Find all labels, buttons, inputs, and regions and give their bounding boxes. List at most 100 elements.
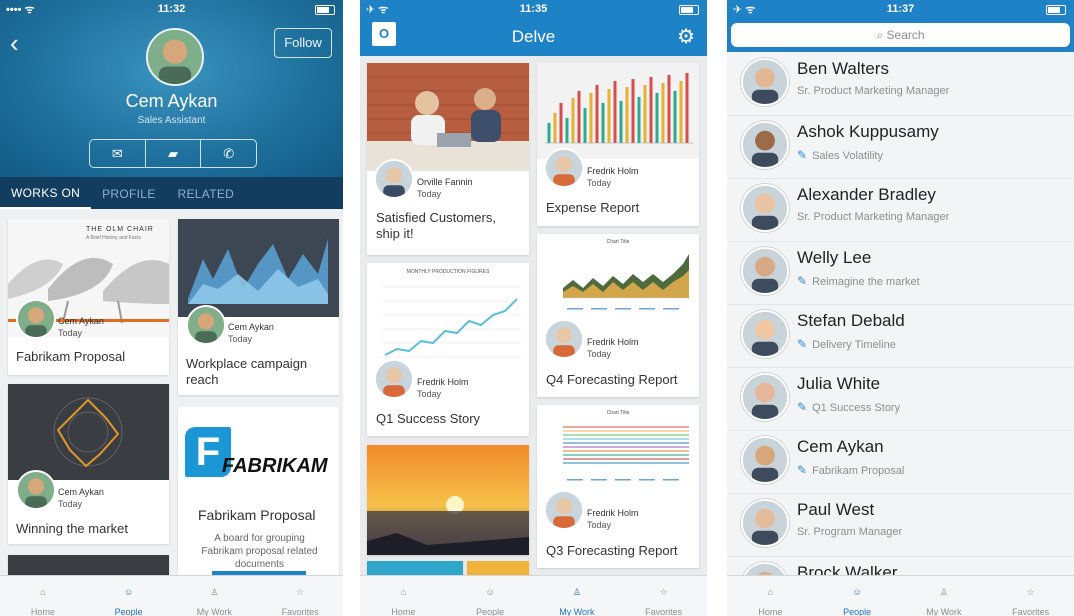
author-name: Cem Aykan (58, 487, 104, 497)
document-card[interactable]: Chart Title Fredrik Holm Today Q4 Foreca… (537, 234, 699, 397)
modified-date: Today (58, 499, 83, 509)
delve-screen: ✈ ᯤ 11:35 O Delve ⚙ Orville Fannin Today… (360, 0, 707, 616)
status-time: 11:32 (157, 3, 186, 15)
chat-button[interactable]: ▰ (146, 140, 202, 167)
document-card[interactable]: Chart Title Fredrik Holm Today Q3 Foreca… (537, 405, 699, 568)
document-card[interactable]: THE OLM CHAIR A Brief History and Facts … (8, 219, 169, 375)
search-input[interactable]: ⌕ Search (731, 23, 1070, 47)
person-avatar (741, 121, 789, 169)
person-row[interactable]: Welly Lee ✎ Reimagine the market (727, 241, 1074, 305)
tab-people[interactable]: ☺ People (447, 576, 534, 616)
person-name: Welly Lee (797, 248, 872, 267)
tab-related[interactable]: RELATED (167, 177, 246, 209)
tab-works-on[interactable]: WORKS ON (0, 177, 92, 209)
document-card[interactable]: MONTHLY PRODUCTION FIGURES Fredrik Holm … (367, 263, 529, 436)
status-bar: •••• ᯤ 11:32 (0, 0, 343, 18)
person-row[interactable]: Ben Walters Sr. Product Marketing Manager (727, 52, 1074, 116)
people-list: Ben Walters Sr. Product Marketing Manager… (727, 52, 1074, 576)
person-subtitle: Sr. Product Marketing Manager (797, 211, 949, 223)
document-card[interactable]: Cem Aykan Today Workplace campaign reach (178, 219, 339, 395)
search-placeholder: Search (886, 28, 925, 42)
fabrikam-logo-label: FABRIKAM (222, 455, 328, 477)
person-name: Ashok Kuppusamy (797, 122, 939, 141)
person-row[interactable]: Cem Aykan ✎ Fabrikam Proposal (727, 430, 1074, 494)
author-avatar (374, 359, 414, 399)
person-row[interactable]: Paul West Sr. Program Manager (727, 493, 1074, 557)
tab-bar: ⌂ Home ☺ People ♙ My Work ☆ Favorites (0, 575, 343, 616)
tab-home[interactable]: ⌂ Home (360, 576, 447, 616)
pencil-icon: ✎ (797, 463, 808, 477)
document-card[interactable]: Fredrik Holm Today Expense Report (537, 63, 699, 226)
star-icon: ☆ (659, 587, 668, 597)
contact-actions: ✉ ▰ ✆ (89, 139, 257, 168)
app-header: ✈ ᯤ 11:35 O Delve ⚙ (360, 0, 707, 56)
tab-bar: ⌂ Home ☺ People ♙ My Work ☆ Favorites (727, 575, 1074, 616)
chat-icon: ▰ (168, 146, 178, 161)
person-row[interactable]: Brock Walker (727, 556, 1074, 576)
tab-my-work[interactable]: ♙ My Work (901, 576, 988, 616)
card-title: Expense Report (546, 200, 640, 215)
star-icon: ☆ (1026, 587, 1035, 597)
tab-people[interactable]: ☺ People (814, 576, 901, 616)
person-row[interactable]: Ashok Kuppusamy ✎ Sales Volatility (727, 115, 1074, 179)
tab-my-work[interactable]: ♙ My Work (534, 576, 621, 616)
tab-people[interactable]: ☺ People (86, 576, 172, 616)
author-name: Orville Fannin (417, 177, 473, 187)
person-avatar (741, 562, 789, 576)
person-name: Julia White (797, 374, 881, 393)
card-title: Q1 Success Story (376, 411, 481, 426)
battery-icon (315, 5, 335, 15)
tab-favorites[interactable]: ☆ Favorites (257, 576, 343, 616)
status-time: 11:35 (519, 3, 548, 15)
call-button[interactable]: ✆ (201, 140, 256, 167)
tab-home[interactable]: ⌂ Home (0, 576, 86, 616)
profile-header: •••• ᯤ 11:32 ‹ Follow Cem Aykan Sales As… (0, 0, 343, 177)
tab-favorites[interactable]: ☆ Favorites (620, 576, 707, 616)
olm-brand-label: THE OLM CHAIR (86, 226, 154, 233)
image-card[interactable] (367, 445, 529, 555)
person-subtitle: Sr. Product Marketing Manager (797, 85, 949, 97)
profile-screen: •••• ᯤ 11:32 ‹ Follow Cem Aykan Sales As… (0, 0, 343, 616)
line-chart-thumbnail: Chart Title (537, 234, 699, 330)
person-subtitle-text: Fabrikam Proposal (812, 465, 905, 477)
follow-button[interactable]: Follow (274, 28, 332, 58)
person-avatar (741, 58, 789, 106)
person-icon: ♙ (572, 587, 581, 597)
email-button[interactable]: ✉ (90, 140, 146, 167)
modified-date: Today (587, 178, 612, 188)
radar-chart-thumbnail (8, 384, 169, 480)
person-subtitle: Sr. Program Manager (797, 526, 902, 538)
modified-date: Today (587, 520, 612, 530)
document-card[interactable]: Cem Aykan Today Winning the market (8, 384, 169, 544)
author-avatar (186, 305, 226, 345)
person-icon: ♙ (210, 587, 219, 597)
person-row[interactable]: Stefan Debald ✎ Delivery Timeline (727, 304, 1074, 368)
tab-home[interactable]: ⌂ Home (727, 576, 814, 616)
person-avatar (741, 310, 789, 358)
home-icon: ⌂ (40, 587, 46, 597)
person-name: Stefan Debald (797, 311, 905, 330)
person-subtitle-text: Sr. Product Marketing Manager (797, 211, 950, 223)
profile-tabs: WORKS ON PROFILE RELATED (0, 177, 343, 209)
battery-icon (1046, 5, 1066, 15)
modified-date: Today (228, 334, 253, 344)
person-avatar (741, 247, 789, 295)
person-avatar (741, 436, 789, 484)
pencil-icon: ✎ (797, 337, 808, 351)
profile-name: Cem Aykan (125, 91, 218, 111)
person-subtitle-text: Reimagine the market (812, 276, 920, 288)
person-row[interactable]: Julia White ✎ Q1 Success Story (727, 367, 1074, 431)
document-card[interactable]: Orville Fannin Today Satisfied Customers… (367, 63, 529, 255)
person-avatar (741, 499, 789, 547)
gear-icon[interactable]: ⚙ (677, 24, 695, 49)
back-chevron-icon[interactable]: ‹ (10, 28, 19, 59)
author-avatar (374, 159, 414, 199)
person-row[interactable]: Alexander Bradley Sr. Product Marketing M… (727, 178, 1074, 242)
tab-favorites[interactable]: ☆ Favorites (987, 576, 1074, 616)
people-icon: ☺ (852, 587, 862, 597)
board-card[interactable]: F FABRIKAM Fabrikam Proposal A board for… (178, 407, 339, 585)
person-subtitle-text: Delivery Timeline (812, 339, 896, 351)
tab-profile[interactable]: PROFILE (91, 177, 166, 209)
author-avatar (544, 490, 584, 530)
tab-my-work[interactable]: ♙ My Work (172, 576, 258, 616)
